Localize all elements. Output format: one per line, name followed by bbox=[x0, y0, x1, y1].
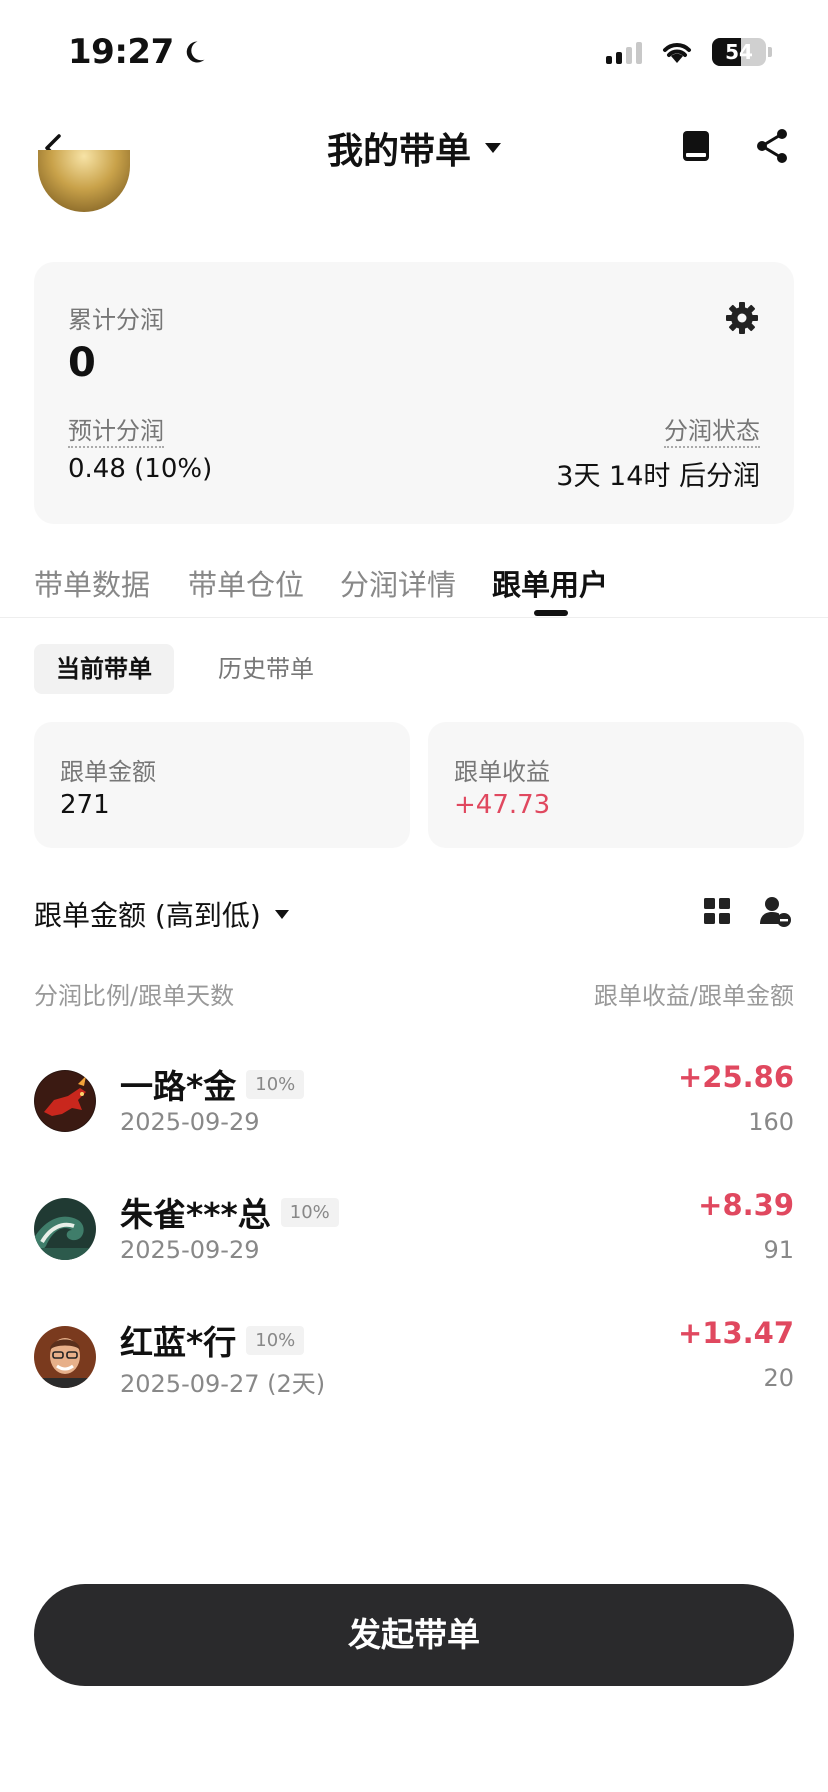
status-indicators: 54 bbox=[606, 38, 772, 66]
follower-name: 一路*金 bbox=[120, 1067, 237, 1106]
start-copy-trading-button[interactable]: 发起带单 bbox=[34, 1584, 794, 1686]
follower-row[interactable]: 一路*金 10% 2025-09-29 +25.86 160 bbox=[34, 1060, 794, 1156]
profit-summary-card: 累计分润 0 预计分润 0.48 (10%) 分润状态 3天 14时 后分润 bbox=[34, 262, 794, 524]
status-bar: 19:27 54 bbox=[0, 0, 828, 100]
subtab-current[interactable]: 当前带单 bbox=[34, 644, 174, 694]
follower-profit: +25.86 bbox=[677, 1060, 794, 1094]
sort-bar: 跟单金额 (高到低) bbox=[34, 892, 794, 932]
follower-profit: +8.39 bbox=[698, 1188, 794, 1222]
follow-date: 2025-09-27 (2天) bbox=[120, 1370, 326, 1398]
tab-profit-details[interactable]: 分润详情 bbox=[340, 562, 456, 604]
total-profit-label: 累计分润 bbox=[68, 306, 164, 334]
share-icon[interactable] bbox=[752, 126, 792, 166]
avatar bbox=[34, 1070, 96, 1132]
tab-copy-data[interactable]: 带单数据 bbox=[34, 562, 150, 604]
tab-bar: 带单数据 带单仓位 分润详情 跟单用户 bbox=[0, 562, 828, 618]
moon-icon bbox=[186, 41, 205, 63]
profile-avatar bbox=[38, 150, 130, 212]
active-tab-indicator bbox=[534, 610, 568, 616]
follower-amount: 91 bbox=[763, 1236, 794, 1264]
sort-label: 跟单金额 (高到低) bbox=[34, 899, 261, 932]
battery-level: 54 bbox=[725, 40, 753, 64]
subtab-history[interactable]: 历史带单 bbox=[196, 644, 336, 694]
tab-copy-positions[interactable]: 带单仓位 bbox=[188, 562, 304, 604]
remove-user-icon[interactable] bbox=[758, 894, 792, 928]
ratio-badge: 10% bbox=[246, 1325, 305, 1355]
caret-down-icon bbox=[485, 143, 501, 153]
wifi-icon bbox=[663, 43, 691, 63]
total-profit-value: 0 bbox=[68, 340, 96, 386]
page-title: 我的带单 bbox=[326, 131, 471, 172]
copy-amount-label: 跟单金额 bbox=[60, 758, 156, 786]
list-header-right: 跟单收益/跟单金额 bbox=[593, 982, 794, 1010]
list-header: 分润比例/跟单天数 跟单收益/跟单金额 bbox=[34, 976, 794, 1011]
clock-text: 19:27 bbox=[68, 32, 174, 72]
caret-down-icon bbox=[274, 909, 289, 919]
follow-date: 2025-09-29 bbox=[120, 1236, 260, 1264]
follower-amount: 20 bbox=[763, 1364, 794, 1392]
profit-status-value: 3天 14时 后分润 bbox=[556, 461, 760, 492]
follower-name-line: 一路*金 10% bbox=[120, 1060, 305, 1108]
list-header-left: 分润比例/跟单天数 bbox=[34, 982, 235, 1010]
book-icon[interactable] bbox=[676, 126, 716, 166]
follower-profit: +13.47 bbox=[677, 1316, 794, 1350]
status-time: 19:27 bbox=[68, 32, 208, 72]
copy-amount-card: 跟单金额 271 bbox=[34, 722, 410, 848]
copy-earnings-label: 跟单收益 bbox=[454, 758, 550, 786]
grid-view-icon[interactable] bbox=[702, 896, 732, 926]
follower-name: 朱雀***总 bbox=[120, 1195, 271, 1234]
follower-row[interactable]: 红蓝*行 10% 2025-09-27 (2天) +13.47 20 bbox=[34, 1316, 794, 1412]
avatar bbox=[34, 1198, 96, 1260]
tab-followers[interactable]: 跟单用户 bbox=[492, 562, 608, 604]
cellular-signal-icon bbox=[606, 40, 642, 64]
profit-status-label[interactable]: 分润状态 bbox=[664, 416, 760, 448]
ratio-badge: 10% bbox=[280, 1197, 339, 1227]
follower-name-line: 朱雀***总 10% bbox=[120, 1188, 339, 1236]
subtab-bar: 当前带单 历史带单 bbox=[34, 644, 336, 694]
follower-name-line: 红蓝*行 10% bbox=[120, 1316, 305, 1364]
estimated-profit-value: 0.48 (10%) bbox=[68, 454, 213, 484]
sort-dropdown[interactable]: 跟单金额 (高到低) bbox=[34, 894, 289, 934]
follow-date: 2025-09-29 bbox=[120, 1108, 260, 1136]
avatar bbox=[34, 1326, 96, 1388]
copy-earnings-value: +47.73 bbox=[454, 790, 551, 820]
follower-name: 红蓝*行 bbox=[120, 1323, 237, 1362]
gear-icon[interactable] bbox=[724, 300, 760, 336]
follower-row[interactable]: 朱雀***总 10% 2025-09-29 +8.39 91 bbox=[34, 1188, 794, 1284]
follower-amount: 160 bbox=[748, 1108, 794, 1136]
ratio-badge: 10% bbox=[246, 1069, 305, 1099]
copy-earnings-card: 跟单收益 +47.73 bbox=[428, 722, 804, 848]
battery-icon: 54 bbox=[712, 38, 766, 66]
copy-amount-value: 271 bbox=[60, 790, 110, 820]
estimated-profit-label[interactable]: 预计分润 bbox=[68, 416, 164, 448]
